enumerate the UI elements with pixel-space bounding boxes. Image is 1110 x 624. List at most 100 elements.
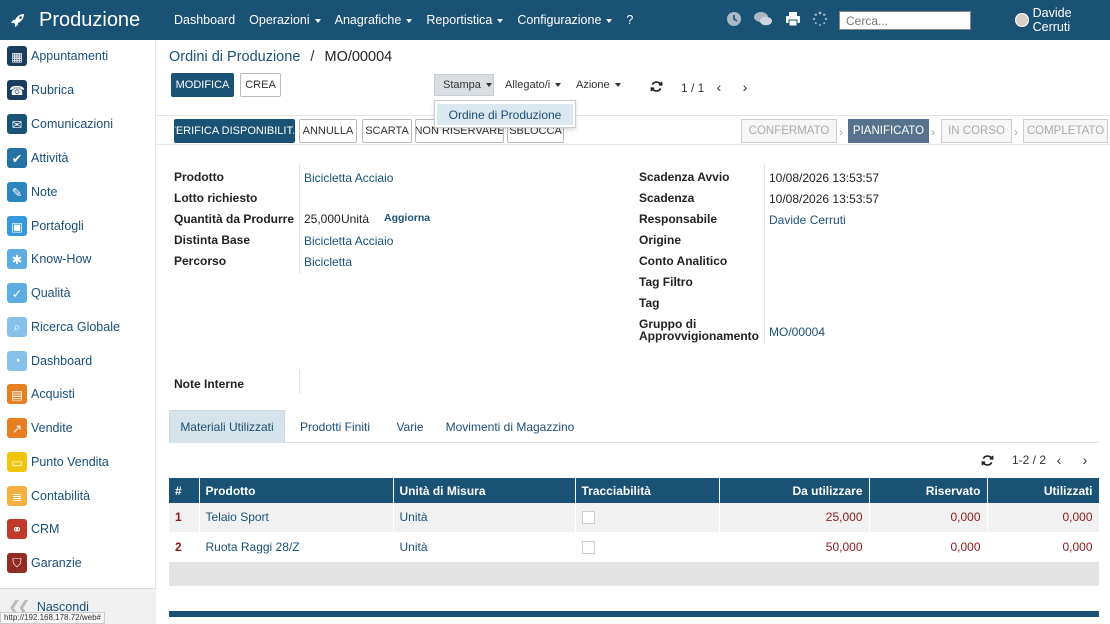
menu-anagrafiche[interactable]: Anagrafiche xyxy=(335,13,413,27)
sidebar-item-rubrica[interactable]: ☎ Rubrica xyxy=(7,79,74,101)
action-dropdown[interactable]: Azione xyxy=(568,74,629,96)
tab-movimenti-magazzino[interactable]: Movimenti di Magazzino xyxy=(439,410,581,443)
accounting-icon: ≣ xyxy=(7,486,27,506)
sidebar-item-punto-vendita[interactable]: ▭ Punto Vendita xyxy=(7,451,109,473)
chevron-down-icon xyxy=(606,18,613,23)
column-header-used[interactable]: Utilizzati xyxy=(987,478,1100,503)
stage-in-corso[interactable]: IN CORSO xyxy=(941,119,1012,143)
row-index: 2 xyxy=(169,532,200,562)
quantity-label: Quantità da Produrre xyxy=(174,212,295,226)
responsible-value[interactable]: Davide Cerruti xyxy=(769,213,846,227)
pos-icon: ▭ xyxy=(7,452,27,472)
bom-value[interactable]: Bicicletta Acciaio xyxy=(304,234,393,248)
refresh-icon[interactable] xyxy=(649,79,663,93)
sidebar-item-dashboard[interactable]: ◔ Dashboard xyxy=(7,350,92,372)
stage-pianificato[interactable]: PIANIFICATO xyxy=(848,119,929,143)
check-availability-button[interactable]: VERIFICA DISPONIBILITÀ xyxy=(174,119,295,143)
sidebar-item-comunicazioni[interactable]: ✉ Comunicazioni xyxy=(7,113,113,135)
sidebar-item-ricerca-globale[interactable]: ⌕ Ricerca Globale xyxy=(7,316,120,338)
row-product[interactable]: Telaio Sport xyxy=(199,503,394,533)
menu-help[interactable]: ? xyxy=(626,13,633,27)
sidebar-item-know-how[interactable]: ✱ Know-How xyxy=(7,248,91,270)
menu-reportistica[interactable]: Reportistica xyxy=(426,13,504,27)
checkbox-icon: ✔ xyxy=(7,148,27,168)
menu-configurazione[interactable]: Configurazione xyxy=(517,13,613,27)
cancel-button[interactable]: ANNULLA xyxy=(299,119,357,143)
refresh-icon[interactable] xyxy=(980,453,994,467)
breadcrumb: Ordini di Produzione / MO/00004 xyxy=(169,49,392,65)
tracking-checkbox[interactable] xyxy=(581,511,595,525)
row-used: 0,000 xyxy=(987,503,1100,533)
purchase-icon: ▤ xyxy=(7,384,27,404)
menu-operazioni[interactable]: Operazioni xyxy=(249,13,321,27)
internal-notes-label: Note Interne xyxy=(174,377,245,391)
attachment-dropdown[interactable]: Allegato/i xyxy=(497,74,569,96)
column-header-index[interactable]: # xyxy=(169,478,200,503)
update-quantity-button[interactable]: Aggiorna xyxy=(384,212,430,224)
print-dropdown[interactable]: Stampa xyxy=(434,74,494,96)
sidebar-item-vendite[interactable]: ↗ Vendite xyxy=(7,417,73,439)
sidebar-item-crm[interactable]: ⚭ CRM xyxy=(7,518,59,540)
print-menu-item-production-order[interactable]: Ordine di Produzione xyxy=(437,104,573,125)
column-header-tracking[interactable]: Tracciabilità xyxy=(575,478,720,503)
table-row[interactable]: 1 Telaio Sport Unità 25,000 0,000 0,000 xyxy=(169,503,1100,533)
row-product[interactable]: Ruota Raggi 28/Z xyxy=(199,532,394,562)
route-value[interactable]: Bicicletta xyxy=(304,255,352,269)
product-value[interactable]: Bicicletta Acciaio xyxy=(304,171,393,185)
column-header-uom[interactable]: Unità di Misura xyxy=(393,478,576,503)
avatar xyxy=(1015,13,1029,27)
search-input[interactable] xyxy=(839,11,971,30)
row-used: 0,000 xyxy=(987,532,1100,562)
column-header-to-use[interactable]: Da utilizzare xyxy=(719,478,870,503)
tab-varie[interactable]: Varie xyxy=(387,410,433,443)
deadline-label: Scadenza xyxy=(639,191,695,205)
print-icon[interactable] xyxy=(785,11,803,29)
sidebar-item-qualita[interactable]: ✓ Qualità xyxy=(7,282,71,304)
route-label: Percorso xyxy=(174,254,227,268)
breadcrumb-parent[interactable]: Ordini di Produzione xyxy=(169,49,300,65)
sidebar-item-note[interactable]: ✎ Note xyxy=(7,181,57,203)
menu-dashboard[interactable]: Dashboard xyxy=(174,13,235,27)
analytic-account-label: Conto Analitico xyxy=(639,254,728,268)
sidebar-item-appuntamenti[interactable]: ▦ Appuntamenti xyxy=(7,45,108,67)
stage-confermato[interactable]: CONFERMATO xyxy=(741,119,837,143)
top-navbar: Produzione Dashboard Operazioni Anagrafi… xyxy=(0,0,1110,40)
notebook-tabs: Materiali Utilizzati Prodotti Finiti Var… xyxy=(169,410,1099,443)
chevron-left-icon[interactable]: ‹ xyxy=(712,79,726,95)
clock-icon[interactable] xyxy=(726,11,744,29)
sales-chart-icon: ↗ xyxy=(7,418,27,438)
materials-table: # Prodotto Unità di Misura Tracciabilità… xyxy=(169,478,1100,587)
column-header-reserved[interactable]: Riservato xyxy=(869,478,988,503)
chevron-right-icon: › xyxy=(1014,125,1018,139)
chevron-left-icon[interactable]: ‹ xyxy=(1053,452,1065,468)
scrap-button[interactable]: SCARTA xyxy=(362,119,412,143)
sidebar-item-acquisti[interactable]: ▤ Acquisti xyxy=(7,383,75,405)
column-header-product[interactable]: Prodotto xyxy=(199,478,394,503)
user-menu[interactable]: Davide Cerruti xyxy=(1015,0,1110,40)
row-reserved: 0,000 xyxy=(869,532,988,562)
tab-materiali-utilizzati[interactable]: Materiali Utilizzati xyxy=(169,410,285,443)
contacts-icon: ☎ xyxy=(7,80,27,100)
sidebar-item-contabilita[interactable]: ≣ Contabilità xyxy=(7,485,90,507)
procurement-group-value[interactable]: MO/00004 xyxy=(769,325,825,339)
row-reserved: 0,000 xyxy=(869,503,988,533)
sidebar-item-garanzie[interactable]: ⛉ Garanzie xyxy=(7,552,82,574)
tab-prodotti-finiti[interactable]: Prodotti Finiti xyxy=(290,410,380,443)
stage-completato[interactable]: COMPLETATO xyxy=(1023,119,1108,143)
sidebar-item-attivita[interactable]: ✔ Attività xyxy=(7,147,69,169)
brain-icon: ✱ xyxy=(7,249,27,269)
chat-icon[interactable] xyxy=(753,11,775,29)
row-uom[interactable]: Unità xyxy=(393,532,576,562)
sidebar-item-portafogli[interactable]: ▣ Portafogli xyxy=(7,215,84,237)
chevron-right-icon[interactable]: › xyxy=(738,79,752,95)
table-row[interactable]: 2 Ruota Raggi 28/Z Unità 50,000 0,000 0,… xyxy=(169,532,1100,562)
record-pager: 1 / 1 xyxy=(681,81,705,95)
row-uom[interactable]: Unità xyxy=(393,503,576,533)
create-button[interactable]: CREA xyxy=(240,73,281,97)
chevron-right-icon: › xyxy=(931,125,935,139)
app-brand[interactable]: Produzione xyxy=(8,0,140,40)
tracking-checkbox[interactable] xyxy=(581,540,595,554)
chevron-right-icon[interactable]: › xyxy=(1079,452,1091,468)
edit-button[interactable]: MODIFICA xyxy=(171,73,234,97)
chevron-down-icon xyxy=(555,83,562,87)
